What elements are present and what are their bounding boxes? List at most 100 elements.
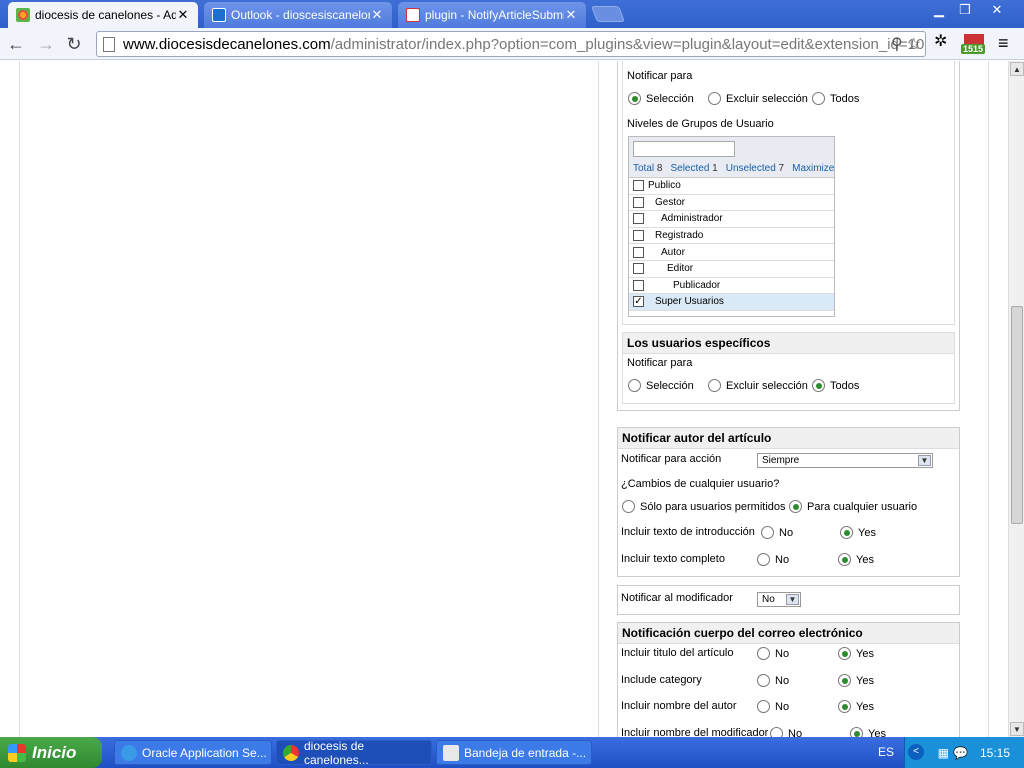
option-all[interactable]: Todos: [812, 92, 859, 105]
task-inbox[interactable]: Bandeja de entrada -...: [436, 740, 592, 765]
group-item[interactable]: Editor: [629, 261, 834, 278]
vertical-scrollbar[interactable]: ▲ ▼: [1008, 61, 1024, 737]
radio-icon[interactable]: [628, 379, 641, 392]
group-item[interactable]: Administrador: [629, 211, 834, 228]
radio-icon[interactable]: [761, 526, 774, 539]
scroll-thumb[interactable]: [1011, 306, 1023, 524]
clock[interactable]: 15:15: [980, 746, 1010, 760]
radio-icon[interactable]: [622, 500, 635, 513]
scroll-down-icon[interactable]: ▼: [1010, 722, 1024, 736]
radio-icon[interactable]: [850, 727, 863, 737]
scroll-up-icon[interactable]: ▲: [1010, 62, 1024, 76]
radio-icon[interactable]: [789, 500, 802, 513]
tab-title: plugin - NotifyArticleSubmit -: [425, 8, 564, 22]
search-icon[interactable]: ⚲: [891, 34, 903, 54]
checkbox-icon[interactable]: [633, 213, 644, 225]
close-window-button[interactable]: ✕: [984, 1, 1010, 19]
tab-diocesis[interactable]: diocesis de canelones - Admi ✕: [8, 2, 198, 28]
radio-icon[interactable]: [757, 674, 770, 687]
include-full-yes[interactable]: Yes: [838, 553, 874, 566]
back-icon[interactable]: ←: [4, 32, 28, 56]
radio-icon[interactable]: [812, 92, 825, 105]
email-option-yes[interactable]: Yes: [850, 727, 886, 737]
option-selection[interactable]: Selección: [628, 92, 708, 105]
email-body-title: Notificación cuerpo del correo electróni…: [618, 623, 959, 644]
radio-icon[interactable]: [770, 727, 783, 737]
checkbox-icon[interactable]: [633, 263, 644, 275]
email-option-no[interactable]: No: [757, 700, 789, 713]
close-tab-icon[interactable]: ✕: [176, 7, 190, 23]
speech-icon[interactable]: 💬: [953, 746, 968, 760]
checkbox-icon[interactable]: [633, 279, 644, 291]
group-item[interactable]: Publicador: [629, 278, 834, 295]
specific-notify-options: Selección Excluir selección Todos: [628, 379, 859, 392]
radio-icon[interactable]: [838, 700, 851, 713]
radio-icon[interactable]: [757, 647, 770, 660]
maximize-button[interactable]: ❐: [952, 1, 978, 19]
notify-action-select[interactable]: Siempre ▼: [757, 453, 933, 468]
stat-unselected[interactable]: Unselected 7: [726, 163, 784, 174]
radio-icon[interactable]: [840, 526, 853, 539]
new-tab-button[interactable]: [591, 6, 625, 22]
radio-icon[interactable]: [757, 553, 770, 566]
close-tab-icon[interactable]: ✕: [370, 7, 384, 23]
tray-expand-icon[interactable]: <: [908, 744, 924, 760]
address-bar[interactable]: www.diocesisdecanelones.com /administrat…: [96, 31, 926, 57]
star-icon[interactable]: ☆: [907, 34, 921, 54]
email-option-yes[interactable]: Yes: [838, 700, 874, 713]
network-icon[interactable]: ▦: [938, 746, 949, 760]
radio-icon[interactable]: [838, 674, 851, 687]
group-item[interactable]: Autor: [629, 244, 834, 261]
email-option-no[interactable]: No: [757, 647, 789, 660]
checkbox-icon[interactable]: [633, 196, 644, 208]
ie-icon: [121, 744, 137, 761]
checkbox-icon[interactable]: [633, 230, 644, 242]
radio-icon[interactable]: [708, 379, 721, 392]
radio-icon[interactable]: [838, 647, 851, 660]
option-any-user[interactable]: Para cualquier usuario: [789, 500, 917, 513]
option-all[interactable]: Todos: [812, 379, 859, 392]
minimize-button[interactable]: ▁: [926, 1, 952, 19]
outlook-icon: [212, 8, 226, 22]
task-oracle[interactable]: Oracle Application Se...: [114, 740, 272, 765]
maximize-link[interactable]: Maximize: [792, 163, 834, 174]
group-item[interactable]: ✓ Super Usuarios: [629, 294, 834, 311]
reload-icon[interactable]: ↻: [62, 32, 86, 56]
close-tab-icon[interactable]: ✕: [564, 7, 578, 23]
group-item-label: Publicador: [673, 279, 721, 291]
start-button[interactable]: Inicio: [0, 737, 102, 768]
radio-icon[interactable]: [838, 553, 851, 566]
include-intro-yes[interactable]: Yes: [840, 526, 876, 539]
group-item[interactable]: Publico: [629, 178, 834, 195]
email-option-yes[interactable]: Yes: [838, 674, 874, 687]
email-option-no[interactable]: No: [770, 727, 802, 737]
radio-icon[interactable]: [628, 92, 641, 105]
include-full-no[interactable]: No: [757, 553, 789, 566]
group-item[interactable]: Gestor: [629, 195, 834, 212]
radio-icon[interactable]: [757, 700, 770, 713]
group-item[interactable]: Registrado: [629, 228, 834, 245]
option-permitted-users[interactable]: Sólo para usuarios permitidos: [622, 500, 789, 513]
radio-icon[interactable]: [812, 379, 825, 392]
checkbox-icon[interactable]: [633, 180, 644, 192]
menu-icon[interactable]: ≡: [998, 33, 1009, 54]
email-option-no[interactable]: No: [757, 674, 789, 687]
option-exclude-selection[interactable]: Excluir selección: [708, 92, 812, 105]
tab-outlook[interactable]: Outlook - dioscesiscanelones ✕: [204, 2, 392, 28]
extension-bug-icon[interactable]: ✲: [934, 31, 947, 51]
stat-selected[interactable]: Selected 1: [670, 163, 717, 174]
url-host: www.diocesisdecanelones.com: [123, 35, 331, 53]
include-intro-no[interactable]: No: [761, 526, 793, 539]
option-selection[interactable]: Selección: [628, 379, 708, 392]
checkbox-icon[interactable]: ✓: [633, 296, 644, 308]
option-exclude-selection[interactable]: Excluir selección: [708, 379, 812, 392]
forward-icon[interactable]: →: [34, 32, 58, 56]
checkbox-icon[interactable]: [633, 246, 644, 258]
notify-modifier-select[interactable]: No ▼: [757, 592, 801, 607]
multiselect-search-input[interactable]: [633, 141, 735, 157]
task-chrome[interactable]: diocesis de canelones...: [276, 739, 432, 767]
radio-icon[interactable]: [708, 92, 721, 105]
tab-plugin[interactable]: plugin - NotifyArticleSubmit - ✕: [398, 2, 586, 28]
email-option-yes[interactable]: Yes: [838, 647, 874, 660]
language-indicator[interactable]: ES: [878, 745, 894, 759]
